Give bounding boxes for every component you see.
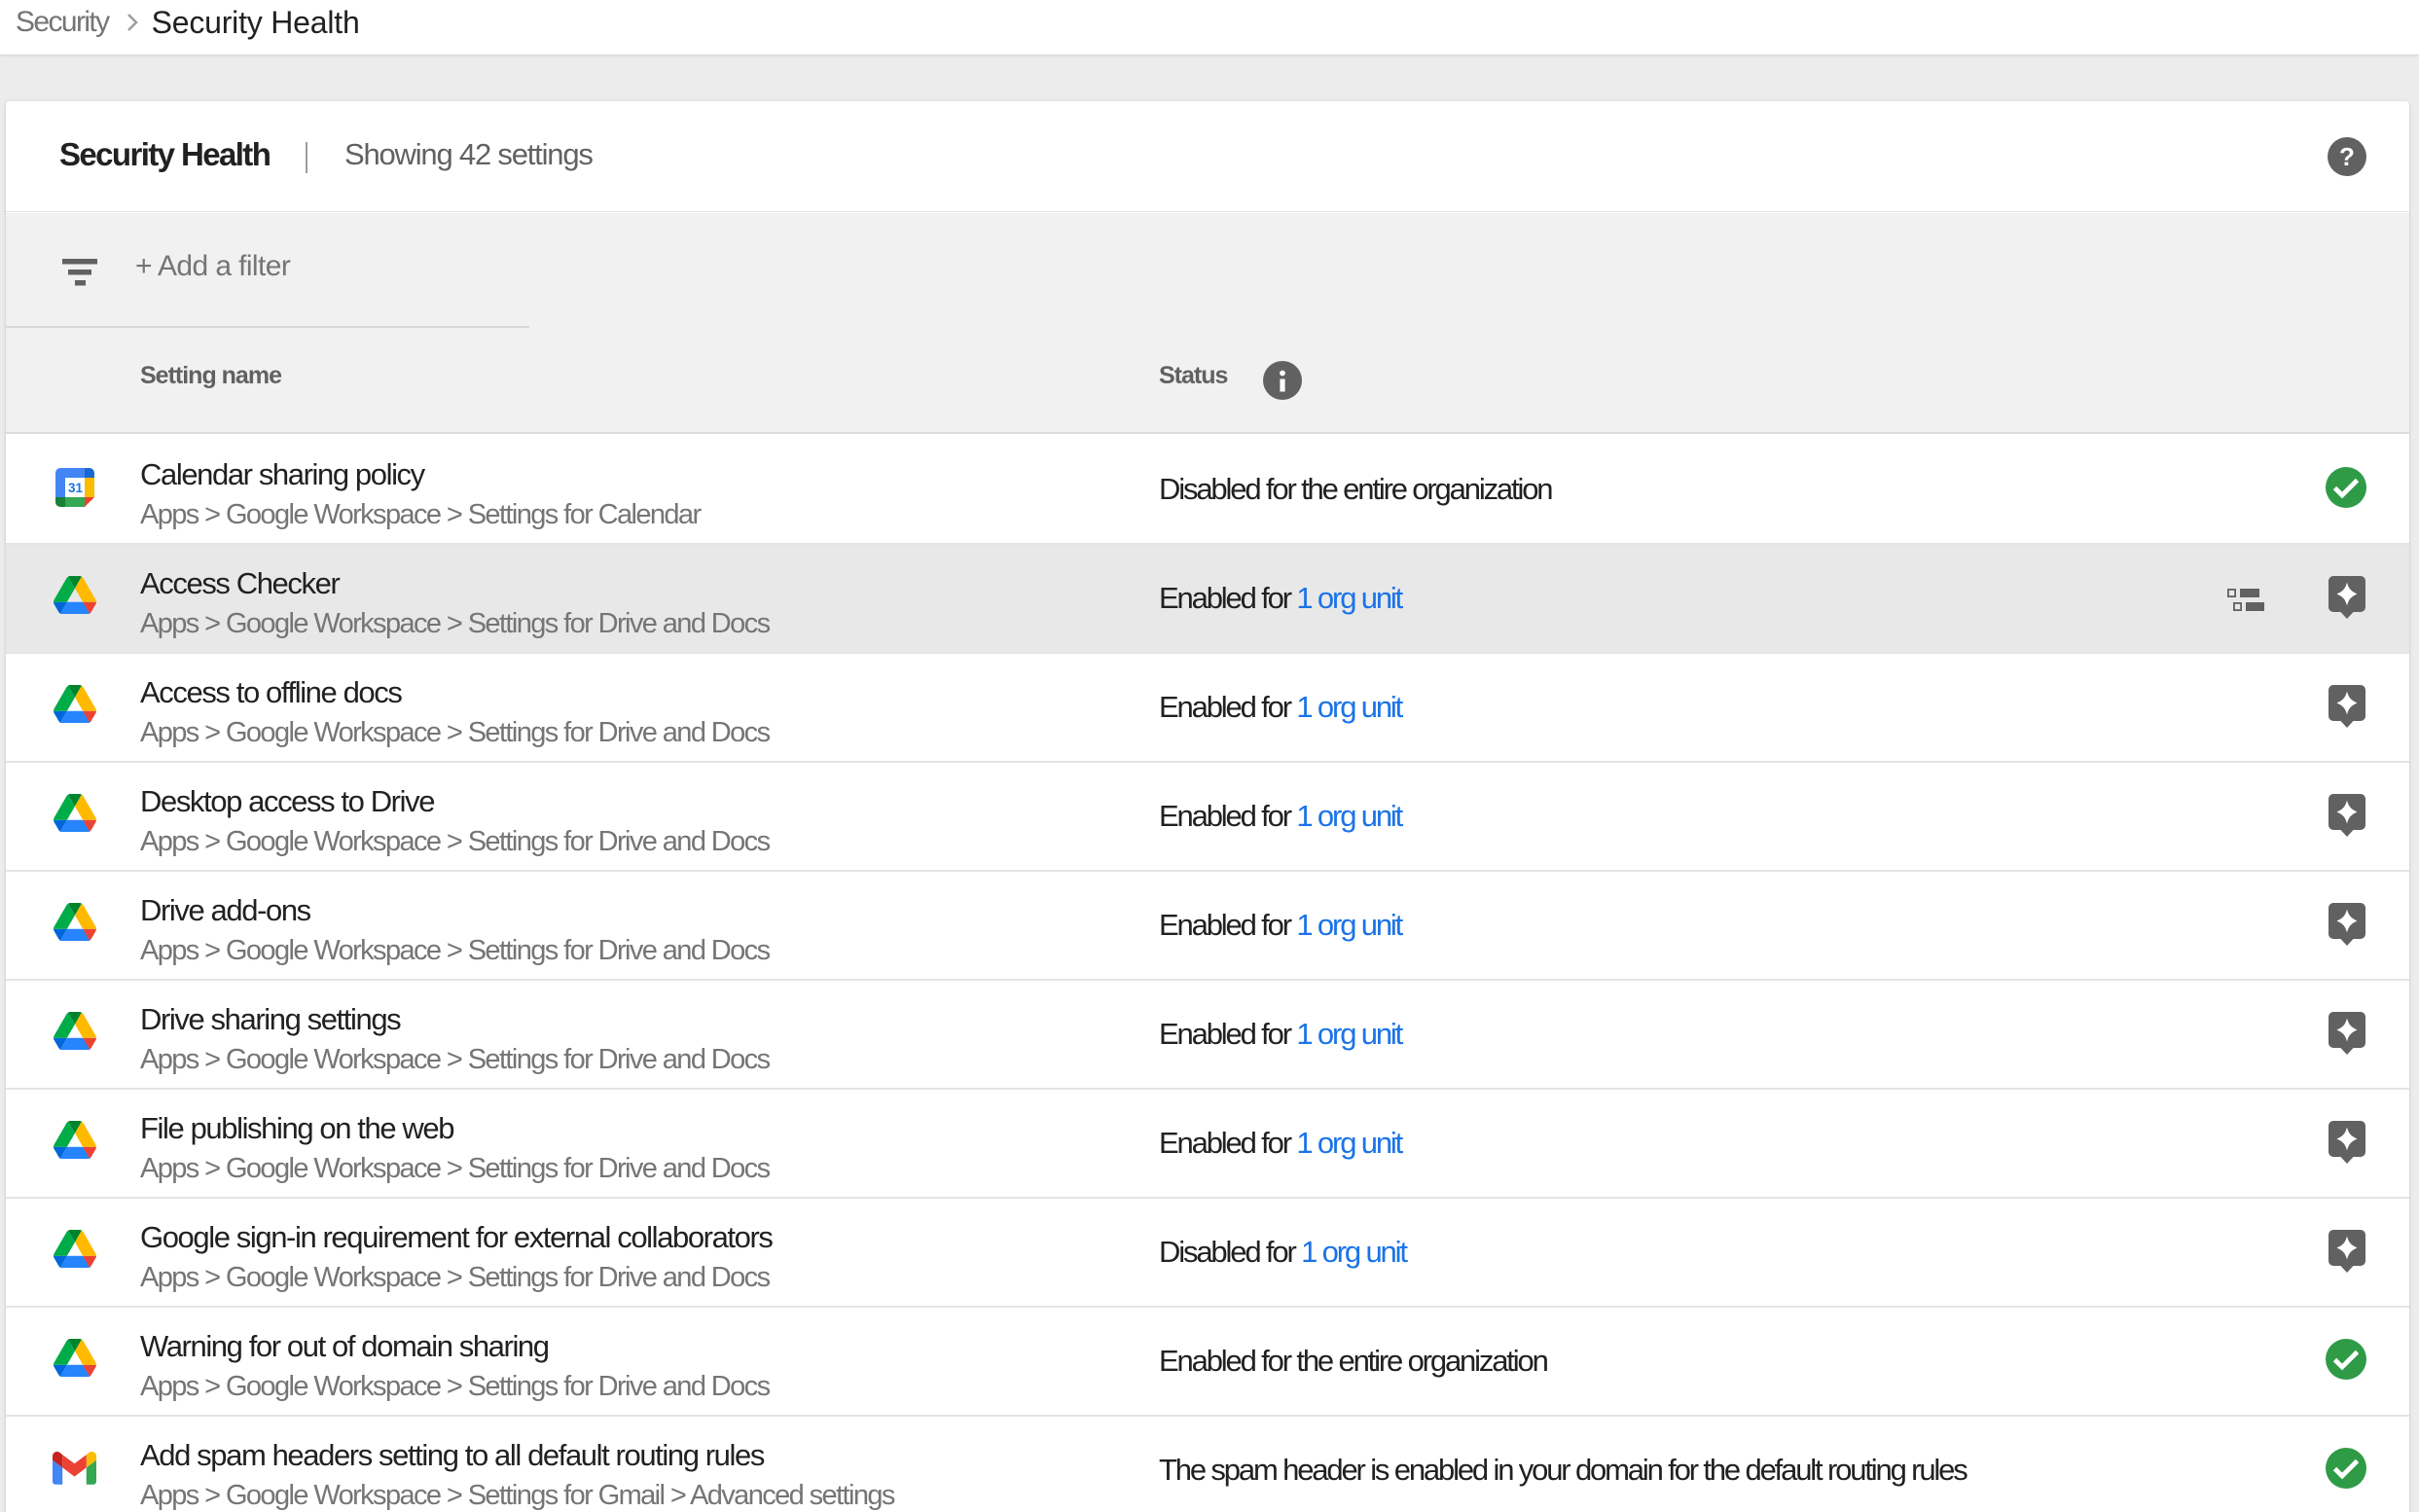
svg-text:?: ?: [2339, 142, 2355, 171]
svg-text:31: 31: [68, 481, 84, 495]
